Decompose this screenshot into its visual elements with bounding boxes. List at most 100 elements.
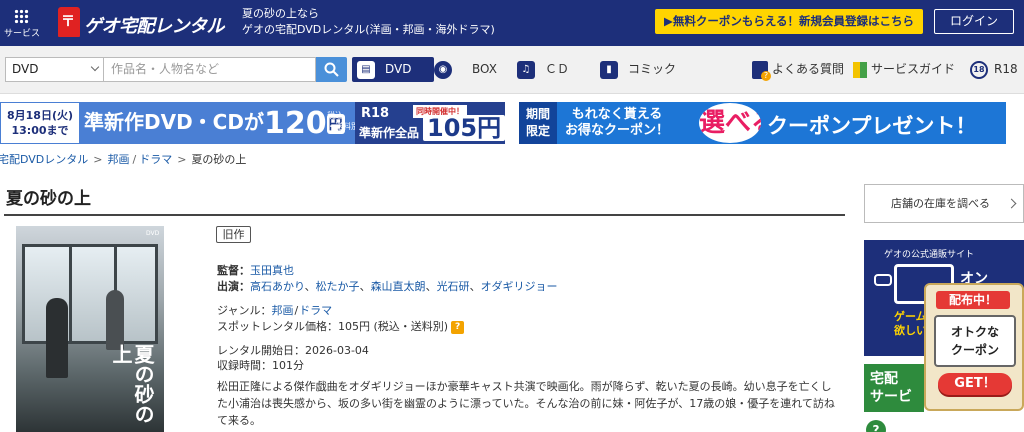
music-note-icon: ♫ xyxy=(517,60,535,79)
tab-dvd-label: DVD xyxy=(385,62,412,76)
cover-window-art xyxy=(22,244,158,344)
cast-link[interactable]: 森山直太朗 xyxy=(371,280,426,293)
logo-text: ゲオ宅配レンタル xyxy=(84,16,225,37)
breadcrumb-drama[interactable]: ドラマ xyxy=(139,153,172,166)
sale-deadline-date: 8月18日(火) xyxy=(6,109,74,122)
limited-2: 限定 xyxy=(525,124,550,138)
grid-icon xyxy=(14,9,29,24)
price-help-icon[interactable]: ? xyxy=(451,320,465,334)
cover-dvd-mark: DVD xyxy=(146,230,160,237)
login-button[interactable]: ログイン xyxy=(934,9,1014,34)
genre-sep: / xyxy=(294,304,299,317)
price-row: スポットレンタル価格：105円 (税込・送料別)? xyxy=(217,318,465,334)
coupon-get-button[interactable]: GET！ xyxy=(938,373,1012,395)
breadcrumb: 宅配DVDレンタル > 邦画 / ドラマ > 夏の砂の上 xyxy=(0,151,246,167)
cast-sep: 、 xyxy=(304,280,316,293)
cast-label: 出演： xyxy=(217,280,250,293)
coupon-desc: もれなく貰える お得なクーポン！ xyxy=(565,107,669,139)
store-stock-button[interactable]: 店舗の在庫を調べる xyxy=(864,184,1024,223)
sale-prefix: 準新作DVD・CDが xyxy=(84,110,264,134)
coupon-present-banner[interactable]: 期間 限定 もれなく貰える お得なクーポン！ 選べる クーポンプレゼント！ xyxy=(519,102,1006,144)
tab-bluray[interactable]: ◉ xyxy=(434,57,456,82)
page-title: 夏の砂の上 xyxy=(6,189,91,209)
cast-sep: 、 xyxy=(359,280,371,293)
r18-label: R18 xyxy=(994,62,1018,76)
service-guide-link[interactable]: サービスガイド xyxy=(853,57,955,82)
tab-dvd[interactable]: ▤ DVD xyxy=(352,57,434,82)
cast-link[interactable]: 松たか子 xyxy=(316,280,360,293)
help-icon[interactable]: ? xyxy=(866,420,886,432)
film-icon: ▤ xyxy=(357,60,375,79)
tab-comic[interactable]: ▮ コミック xyxy=(600,57,676,82)
r18-link[interactable]: 18 R18 xyxy=(970,57,1018,82)
price-label: スポットレンタル価格： xyxy=(217,320,338,333)
runtime-row: 収録時間：101分 xyxy=(217,357,304,373)
coupon-card-line1: オトクな xyxy=(950,325,999,339)
breadcrumb-sep: > xyxy=(93,153,103,166)
coupon-desc-1: もれなく貰える xyxy=(571,107,663,122)
tagline-line2: ゲオの宅配DVDレンタル(洋画・邦画・海外ドラマ) xyxy=(242,23,495,36)
breadcrumb-slash: / xyxy=(132,153,137,166)
book-icon: ▮ xyxy=(600,60,618,79)
free-coupon-signup-button[interactable]: ▶無料クーポンもらえる！新規会員登録はこちら xyxy=(655,9,923,34)
director-link[interactable]: 玉田真也 xyxy=(250,264,294,277)
genre-link-drama[interactable]: ドラマ xyxy=(299,304,332,317)
cast-row: 出演：高石あかり、松たか子、森山直太朗、光石研、オダギリジョー xyxy=(217,278,558,294)
tab-box[interactable]: BOX xyxy=(472,57,497,82)
faq-link[interactable]: よくある質問 xyxy=(752,57,844,82)
product-cover-image[interactable]: 夏の砂の上 DVD xyxy=(16,226,164,432)
coupon-distributing-label: 配布中！ xyxy=(936,291,1010,309)
floating-coupon-widget[interactable]: 配布中！ オトクな クーポン GET！ xyxy=(924,283,1024,411)
tab-box-label: BOX xyxy=(472,62,497,76)
faq-label: よくある質問 xyxy=(772,62,845,76)
tab-comic-label: コミック xyxy=(628,62,677,76)
r18-sale-price: 105円 xyxy=(423,115,505,141)
category-select[interactable]: DVD xyxy=(5,57,103,82)
delivery-service-ad[interactable]: 宅配 サービ xyxy=(864,364,924,412)
search-icon xyxy=(324,62,339,77)
green-ad-line1: 宅配 xyxy=(870,371,898,387)
tagline-line1: 夏の砂の上なら xyxy=(242,7,319,20)
chevron-down-icon xyxy=(90,62,100,72)
breadcrumb-sep: > xyxy=(177,153,187,166)
cast-link[interactable]: 光石研 xyxy=(437,280,470,293)
green-ad-line2: サービ xyxy=(870,389,912,405)
search-button[interactable] xyxy=(316,57,347,82)
director-label: 監督： xyxy=(217,264,250,277)
sale-price: 120 xyxy=(263,106,327,141)
services-menu-button[interactable]: サービス xyxy=(2,0,42,46)
rental-start-label: レンタル開始日： xyxy=(217,344,305,357)
runtime-value: 101分 xyxy=(272,359,304,372)
coupon-present-text: クーポンプレゼント！ xyxy=(767,114,977,138)
cast-link[interactable]: オダギリジョー xyxy=(481,280,558,293)
bluray-disc-icon: ◉ xyxy=(434,60,452,79)
limited-1: 期間 xyxy=(525,107,550,121)
rental-start-date: 2026-03-04 xyxy=(305,344,369,357)
faq-icon xyxy=(752,60,771,81)
sale-deadline: 8月18日(火) 13:00まで xyxy=(0,102,80,144)
sale-main-text: 準新作DVD・CDが120 円 xyxy=(84,106,345,141)
product-description: 松田正隆による傑作戯曲をオダギリジョーほか豪華キャスト共演で映画化。雨が降らず、… xyxy=(217,380,835,427)
tab-cd-label: ＣＤ xyxy=(545,62,570,76)
header-tagline: 夏の砂の上なら ゲオの宅配DVDレンタル(洋画・邦画・海外ドラマ) xyxy=(242,6,495,38)
sale-deadline-time: 13:00まで xyxy=(11,124,69,137)
services-label: サービス xyxy=(3,29,40,39)
price-value: 105円 (税込・送料別) xyxy=(338,320,449,333)
coupon-desc-2: お得なクーポン！ xyxy=(565,123,670,138)
cast-sep: 、 xyxy=(425,280,437,293)
geo-ad-caption: ゲオの公式通販サイト xyxy=(884,250,975,260)
search-input[interactable]: 作品名・人物名など xyxy=(103,57,316,82)
cover-figure xyxy=(46,298,68,378)
breadcrumb-home[interactable]: 宅配DVDレンタル xyxy=(0,153,88,166)
site-logo[interactable]: ゲオ宅配レンタル xyxy=(58,7,233,39)
breadcrumb-hoga[interactable]: 邦画 xyxy=(108,153,130,166)
gamepad-icon xyxy=(874,274,892,286)
tab-cd[interactable]: ♫ ＣＤ xyxy=(517,57,569,82)
limited-time-tag: 期間 限定 xyxy=(519,102,557,144)
cast-link[interactable]: 高石あかり xyxy=(250,280,305,293)
guide-book-icon xyxy=(853,61,867,78)
director-row: 監督：玉田真也 xyxy=(217,262,294,278)
sale-banner-120yen[interactable]: 8月18日(火) 13:00まで 準新作DVD・CDが120 円 税込 ・送料別 … xyxy=(0,102,505,144)
post-mark-icon xyxy=(58,7,80,37)
genre-link-hoga[interactable]: 邦画 xyxy=(271,304,293,317)
